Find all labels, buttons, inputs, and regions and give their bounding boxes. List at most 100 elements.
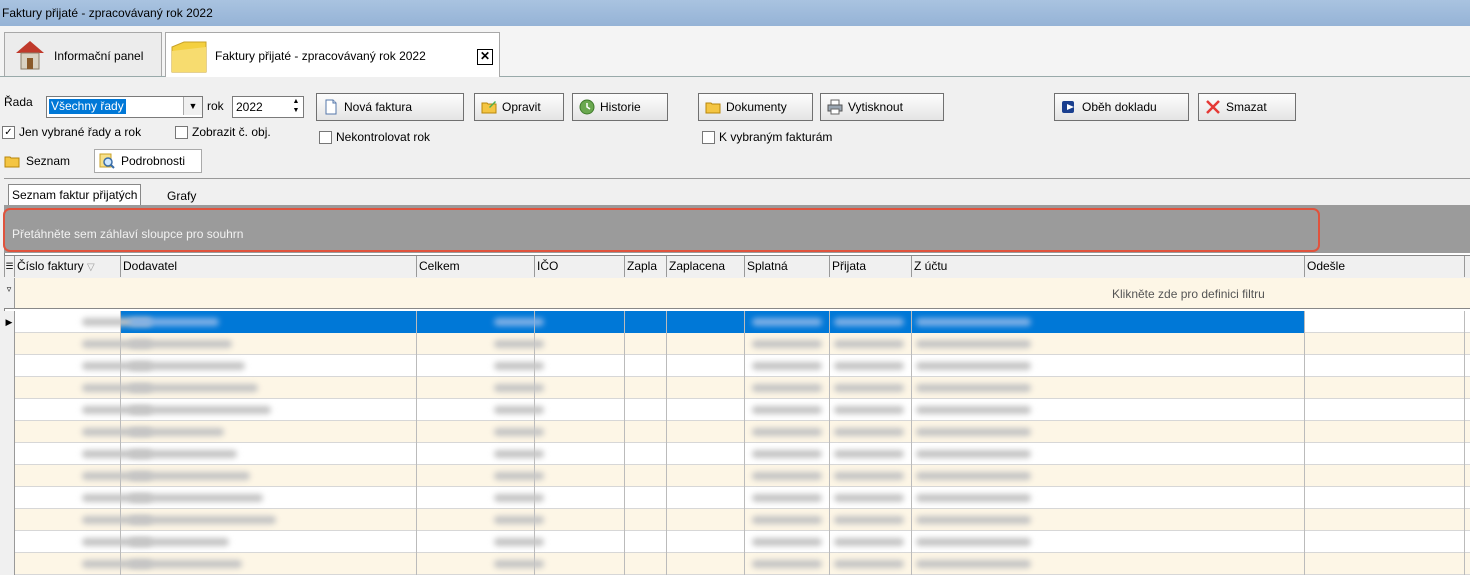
cell-divider xyxy=(666,333,667,355)
row-indicator[interactable]: ▶ xyxy=(4,311,15,333)
cell-divider xyxy=(1464,553,1465,575)
table-row[interactable] xyxy=(4,509,1470,531)
table-row[interactable] xyxy=(4,443,1470,465)
rada-select[interactable]: Všechny řady ▼ xyxy=(46,96,203,118)
row-indicator[interactable] xyxy=(4,553,15,575)
jen-vybrane-checkbox[interactable]: ✓ Jen vybrané řady a rok xyxy=(2,125,141,139)
cell-divider xyxy=(624,487,625,509)
cell-divider xyxy=(416,553,417,575)
redacted-cell xyxy=(494,472,544,480)
row-indicator[interactable] xyxy=(4,355,15,377)
zobrazit-obj-checkbox[interactable]: Zobrazit č. obj. xyxy=(175,125,271,139)
redacted-cell xyxy=(494,428,544,436)
button-label: Dokumenty xyxy=(726,100,787,114)
cell-divider xyxy=(416,355,417,377)
row-indicator[interactable] xyxy=(4,333,15,355)
window-title: Faktury přijaté - zpracovávaný rok 2022 xyxy=(2,6,213,20)
column-header-more[interactable] xyxy=(1464,256,1470,277)
vytisknout-button[interactable]: Vytisknout xyxy=(820,93,944,121)
table-row[interactable] xyxy=(4,377,1470,399)
button-label: Opravit xyxy=(502,100,541,114)
cell-divider xyxy=(911,553,912,575)
redacted-cell xyxy=(129,428,224,436)
filter-hint: Klikněte zde pro definici filtru xyxy=(1112,287,1265,301)
table-row[interactable] xyxy=(4,355,1470,377)
column-header-zaplacena[interactable]: Zaplacena xyxy=(666,256,744,277)
row-indicator[interactable] xyxy=(4,465,15,487)
document-tab-strip: Informační panel Faktury přijaté - zprac… xyxy=(0,26,1470,77)
column-header-celkem[interactable]: Celkem xyxy=(416,256,534,277)
checkbox-unchecked[interactable] xyxy=(175,125,188,139)
row-indicator[interactable] xyxy=(4,377,15,399)
close-icon[interactable]: ✕ xyxy=(477,49,493,65)
cell-divider xyxy=(1464,333,1465,355)
cell-divider xyxy=(1304,509,1305,531)
cell-divider xyxy=(1464,487,1465,509)
tab-label: Informační panel xyxy=(54,49,144,63)
checkbox-checked[interactable]: ✓ xyxy=(2,125,15,139)
row-indicator[interactable] xyxy=(4,487,15,509)
column-chooser-icon[interactable]: ☰ xyxy=(4,256,14,277)
cell-divider xyxy=(911,509,912,531)
redacted-cell xyxy=(834,516,904,524)
checkbox-unchecked[interactable] xyxy=(319,130,332,144)
column-header-cislo[interactable]: Číslo faktury ▽ xyxy=(14,256,120,277)
button-label: Oběh dokladu xyxy=(1082,100,1157,114)
redacted-cell xyxy=(752,318,822,326)
redacted-cell xyxy=(916,340,1031,348)
table-row[interactable] xyxy=(4,531,1470,553)
chevron-down-icon[interactable]: ▼ xyxy=(183,97,202,115)
row-indicator[interactable] xyxy=(4,421,15,443)
table-row[interactable] xyxy=(4,465,1470,487)
redacted-cell xyxy=(834,384,904,392)
table-row[interactable] xyxy=(4,421,1470,443)
cell-divider xyxy=(911,333,912,355)
grid-header-row: ☰ Číslo faktury ▽ Dodavatel Celkem IČO Z… xyxy=(4,255,1470,279)
cell-divider xyxy=(1464,465,1465,487)
row-indicator[interactable] xyxy=(4,399,15,421)
redacted-cell xyxy=(834,538,904,546)
column-header-odesle[interactable]: Odešle xyxy=(1304,256,1464,277)
cell-divider xyxy=(624,377,625,399)
tab-seznam-faktur[interactable]: Seznam faktur přijatých xyxy=(8,184,142,205)
smazat-button[interactable]: Smazat xyxy=(1198,93,1296,121)
historie-button[interactable]: Historie xyxy=(572,93,668,121)
filter-icon[interactable]: ▽ xyxy=(87,262,95,273)
column-header-splatna[interactable]: Splatná xyxy=(744,256,829,277)
cell-divider xyxy=(666,355,667,377)
table-row[interactable]: ▶ xyxy=(4,311,1470,333)
tab-podrobnosti[interactable]: Podrobnosti xyxy=(94,149,202,173)
opravit-button[interactable]: Opravit xyxy=(474,93,564,121)
table-row[interactable] xyxy=(4,487,1470,509)
row-indicator[interactable] xyxy=(4,509,15,531)
column-header-ico[interactable]: IČO xyxy=(534,256,624,277)
table-row[interactable] xyxy=(4,553,1470,575)
spinner-arrows-icon[interactable]: ▲ ▼ xyxy=(289,97,303,115)
cell-divider xyxy=(666,509,667,531)
column-header-z-uctu[interactable]: Z účtu xyxy=(911,256,1304,277)
column-header-dodavatel[interactable]: Dodavatel xyxy=(120,256,416,277)
cell-divider xyxy=(829,487,830,509)
cell-divider xyxy=(666,377,667,399)
filter-row[interactable]: ▿ Klikněte zde pro definici filtru xyxy=(4,278,1470,309)
dokumenty-button[interactable]: Dokumenty xyxy=(698,93,813,121)
table-row[interactable] xyxy=(4,399,1470,421)
cell-divider xyxy=(744,553,745,575)
checkbox-unchecked[interactable] xyxy=(702,130,715,144)
tab-grafy[interactable]: Grafy xyxy=(167,186,196,204)
nekontrolovat-checkbox[interactable]: Nekontrolovat rok xyxy=(319,130,430,144)
tab-informacni-panel[interactable]: Informační panel xyxy=(4,32,162,76)
obeh-dokladu-button[interactable]: Oběh dokladu xyxy=(1054,93,1189,121)
tab-seznam[interactable]: Seznam xyxy=(4,150,70,172)
tab-faktury-prijate[interactable]: Faktury přijaté - zpracovávaný rok 2022 … xyxy=(165,32,500,77)
cell-divider xyxy=(911,311,912,333)
k-vybranym-checkbox[interactable]: K vybraným fakturám xyxy=(702,130,832,144)
table-row[interactable] xyxy=(4,333,1470,355)
row-indicator[interactable] xyxy=(4,443,15,465)
rok-spinner[interactable]: 2022 ▲ ▼ xyxy=(232,96,304,118)
column-header-zapla[interactable]: Zapla xyxy=(624,256,666,277)
filter-icon: ▿ xyxy=(4,278,15,308)
row-indicator[interactable] xyxy=(4,531,15,553)
column-header-prijata[interactable]: Přijata xyxy=(829,256,911,277)
nova-faktura-button[interactable]: Nová faktura xyxy=(316,93,464,121)
